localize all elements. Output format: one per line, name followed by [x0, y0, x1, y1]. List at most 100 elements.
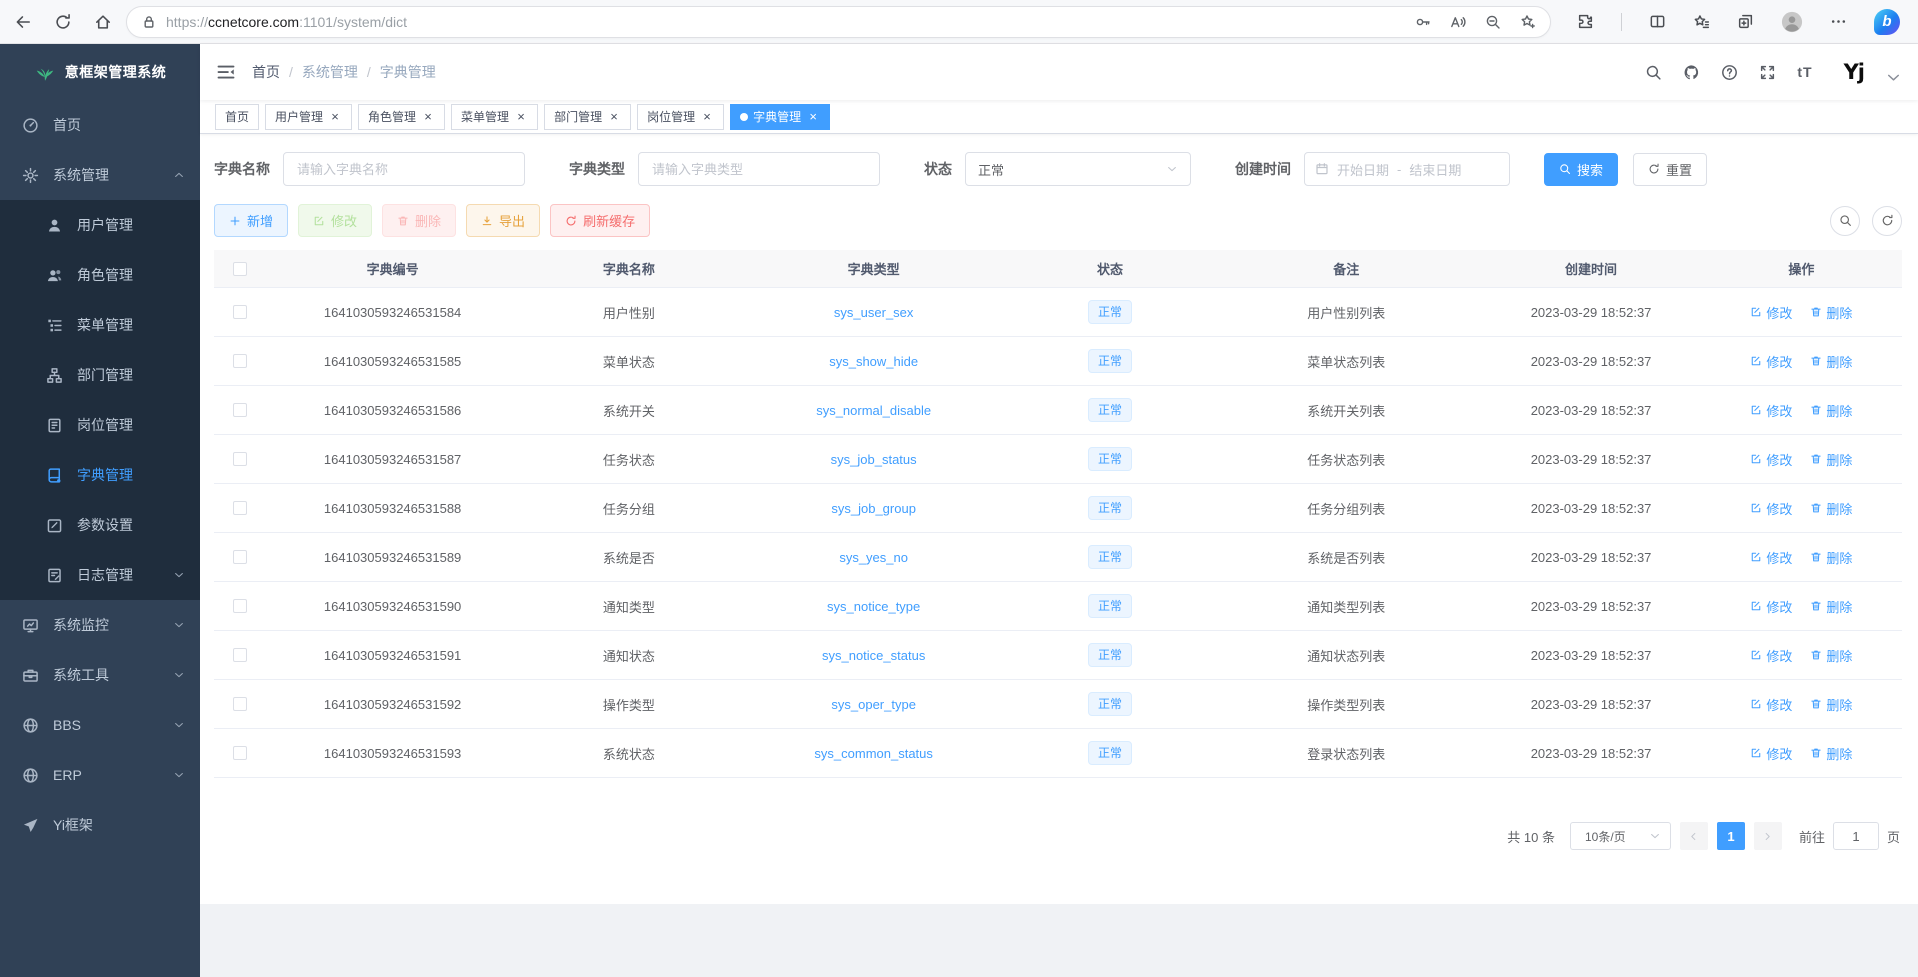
text-size-icon[interactable]: tT — [1797, 64, 1812, 80]
close-icon[interactable]: × — [514, 110, 528, 124]
修改-button[interactable]: 修改 — [298, 204, 372, 237]
删除-button[interactable]: 删除 — [382, 204, 456, 237]
edit-row-button[interactable]: 修改 — [1750, 401, 1792, 420]
dict-type-link[interactable]: sys_common_status — [814, 746, 933, 761]
fullscreen-icon[interactable] — [1759, 64, 1776, 81]
delete-row-button[interactable]: 删除 — [1810, 695, 1852, 714]
导出-button[interactable]: 导出 — [466, 204, 540, 237]
user-logo[interactable]: Yj — [1844, 60, 1864, 84]
close-icon[interactable]: × — [328, 110, 342, 124]
row-checkbox[interactable] — [233, 550, 247, 564]
search-icon[interactable] — [1645, 64, 1662, 81]
delete-row-button[interactable]: 删除 — [1810, 352, 1852, 371]
edit-row-button[interactable]: 修改 — [1750, 303, 1792, 322]
sidebar-item-Yi框架[interactable]: Yi框架 — [0, 800, 200, 850]
home-icon[interactable] — [94, 13, 112, 31]
sidebar-item-参数设置[interactable]: 参数设置 — [0, 500, 200, 550]
refresh-table-button[interactable] — [1872, 206, 1902, 236]
dict-type-link[interactable]: sys_notice_type — [827, 599, 920, 614]
help-icon[interactable] — [1721, 64, 1738, 81]
sidebar-item-系统管理[interactable]: 系统管理 — [0, 150, 200, 200]
app-logo[interactable]: 意框架管理系统 — [0, 44, 200, 100]
row-checkbox[interactable] — [233, 648, 247, 662]
tab-角色管理[interactable]: 角色管理 × — [358, 104, 445, 130]
tab-部门管理[interactable]: 部门管理 × — [544, 104, 631, 130]
delete-row-button[interactable]: 删除 — [1810, 646, 1852, 665]
dict-type-link[interactable]: sys_normal_disable — [816, 403, 931, 418]
toggle-search-button[interactable] — [1830, 206, 1860, 236]
sidebar-item-菜单管理[interactable]: 菜单管理 — [0, 300, 200, 350]
dict-name-input[interactable] — [283, 152, 525, 186]
breadcrumb-item[interactable]: 系统管理 — [302, 62, 358, 82]
edit-row-button[interactable]: 修改 — [1750, 499, 1792, 518]
close-icon[interactable]: × — [421, 110, 435, 124]
sidebar-item-BBS[interactable]: BBS — [0, 700, 200, 750]
row-checkbox[interactable] — [233, 599, 247, 613]
dict-type-input[interactable] — [638, 152, 880, 186]
sidebar-item-首页[interactable]: 首页 — [0, 100, 200, 150]
edit-row-button[interactable]: 修改 — [1750, 695, 1792, 714]
tab-字典管理[interactable]: 字典管理 × — [730, 104, 830, 130]
edit-row-button[interactable]: 修改 — [1750, 597, 1792, 616]
delete-row-button[interactable]: 删除 — [1810, 450, 1852, 469]
lock-icon[interactable] — [141, 14, 157, 30]
新增-button[interactable]: 新增 — [214, 204, 288, 237]
dict-type-link[interactable]: sys_job_status — [831, 452, 917, 467]
collections-icon[interactable] — [1737, 13, 1754, 30]
read-aloud-icon[interactable] — [1450, 14, 1466, 30]
dict-type-link[interactable]: sys_job_group — [831, 501, 916, 516]
edit-row-button[interactable]: 修改 — [1750, 450, 1792, 469]
delete-row-button[interactable]: 删除 — [1810, 499, 1852, 518]
zoom-out-icon[interactable] — [1485, 14, 1501, 30]
edit-row-button[interactable]: 修改 — [1750, 646, 1792, 665]
sidebar-item-用户管理[interactable]: 用户管理 — [0, 200, 200, 250]
row-checkbox[interactable] — [233, 452, 247, 466]
split-screen-icon[interactable] — [1649, 13, 1666, 30]
dict-type-link[interactable]: sys_yes_no — [839, 550, 908, 565]
sidebar-item-系统工具[interactable]: 系统工具 — [0, 650, 200, 700]
hamburger-icon[interactable] — [216, 62, 236, 82]
status-select[interactable]: 正常 — [965, 152, 1191, 186]
reset-button[interactable]: 重置 — [1633, 153, 1707, 186]
tab-首页[interactable]: 首页 — [215, 104, 259, 130]
page-1-button[interactable]: 1 — [1717, 822, 1745, 850]
page-size-select[interactable]: 10条/页 — [1570, 822, 1671, 850]
profile-avatar[interactable] — [1781, 11, 1803, 33]
close-icon[interactable]: × — [700, 110, 714, 124]
tab-菜单管理[interactable]: 菜单管理 × — [451, 104, 538, 130]
dict-type-link[interactable]: sys_show_hide — [829, 354, 918, 369]
sidebar-item-ERP[interactable]: ERP — [0, 750, 200, 800]
caret-down-icon[interactable] — [1885, 69, 1902, 86]
sidebar-item-部门管理[interactable]: 部门管理 — [0, 350, 200, 400]
breadcrumb-item[interactable]: 首页 — [252, 62, 280, 82]
sidebar-item-系统监控[interactable]: 系统监控 — [0, 600, 200, 650]
dict-type-link[interactable]: sys_notice_status — [822, 648, 925, 663]
delete-row-button[interactable]: 删除 — [1810, 597, 1852, 616]
edit-row-button[interactable]: 修改 — [1750, 352, 1792, 371]
tab-用户管理[interactable]: 用户管理 × — [265, 104, 352, 130]
github-icon[interactable] — [1683, 64, 1700, 81]
row-checkbox[interactable] — [233, 354, 247, 368]
delete-row-button[interactable]: 删除 — [1810, 548, 1852, 567]
dict-type-link[interactable]: sys_oper_type — [831, 697, 916, 712]
edit-row-button[interactable]: 修改 — [1750, 744, 1792, 763]
delete-row-button[interactable]: 删除 — [1810, 401, 1852, 420]
copilot-icon[interactable]: b — [1874, 9, 1900, 35]
row-checkbox[interactable] — [233, 305, 247, 319]
extensions-icon[interactable] — [1577, 13, 1594, 30]
close-icon[interactable]: × — [607, 110, 621, 124]
next-page-button[interactable] — [1754, 822, 1782, 850]
key-icon[interactable] — [1415, 14, 1431, 30]
back-icon[interactable] — [14, 13, 32, 31]
row-checkbox[interactable] — [233, 403, 247, 417]
add-favorite-icon[interactable] — [1520, 14, 1536, 30]
select-all-checkbox[interactable] — [233, 262, 247, 276]
search-button[interactable]: 搜索 — [1544, 153, 1618, 186]
dict-type-link[interactable]: sys_user_sex — [834, 305, 913, 320]
delete-row-button[interactable]: 删除 — [1810, 303, 1852, 322]
row-checkbox[interactable] — [233, 746, 247, 760]
tab-岗位管理[interactable]: 岗位管理 × — [637, 104, 724, 130]
close-icon[interactable]: × — [806, 110, 820, 124]
favorites-icon[interactable] — [1693, 13, 1710, 30]
refresh-icon[interactable] — [54, 13, 72, 31]
